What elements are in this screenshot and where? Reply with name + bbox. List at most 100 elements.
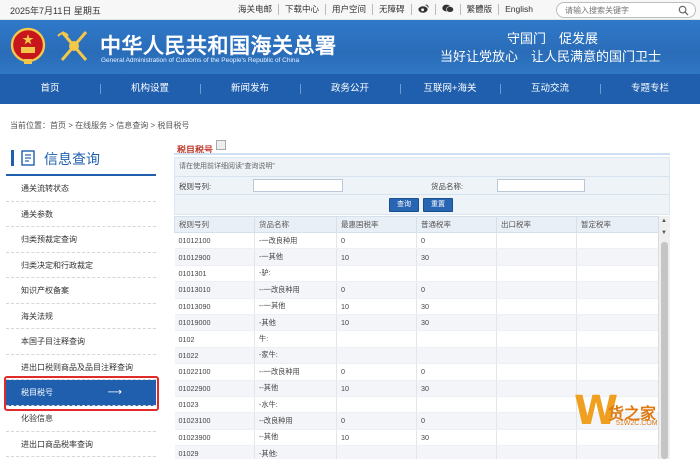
table-cell: 01013090 <box>174 298 255 315</box>
table-row[interactable]: 01013090 --一其他 10 30 <box>174 298 659 315</box>
table-cell <box>416 445 497 459</box>
table-cell <box>576 248 659 266</box>
search-input[interactable] <box>557 3 669 17</box>
sidebar-title: 信息查询 <box>44 151 100 167</box>
table-row[interactable]: 0101301 -驴: <box>174 265 659 283</box>
table-cell <box>576 363 659 381</box>
sidebar-item-customs-regulations[interactable]: 海关法规 <box>6 304 156 329</box>
top-utility-bar: 2025年7月11日 星期五 海关电邮 下载中心 用户空间 无障碍 繁體版 En… <box>0 0 700 20</box>
sidebar-item-ip-filing[interactable]: 知识产权备案 <box>6 278 156 304</box>
col-header-goods-name[interactable]: 货品名称 <box>254 216 337 233</box>
table-row[interactable]: 0102 牛: <box>174 330 659 348</box>
main-nav: 首页 机构设置 新闻发布 政务公开 互联网+海关 互动交流 专题专栏 <box>0 74 700 104</box>
reset-button[interactable]: 重置 <box>423 198 453 212</box>
table-cell: 0 <box>416 363 497 381</box>
site-search <box>556 2 696 18</box>
wechat-icon[interactable] <box>436 4 461 15</box>
scroll-up-icon[interactable]: ▲ <box>661 218 667 224</box>
table-cell: --其他 <box>254 380 337 397</box>
col-header-mfn-rate[interactable]: 最惠国税率 <box>336 216 417 233</box>
sidebar-header-bar <box>11 150 14 166</box>
table-cell <box>416 347 497 365</box>
table-cell: 01023 <box>174 396 255 414</box>
table-cell <box>336 265 417 283</box>
col-header-export-rate[interactable]: 出口税率 <box>496 216 577 233</box>
current-date: 2025年7月11日 星期五 <box>10 6 101 16</box>
goods-name-input[interactable] <box>497 179 585 192</box>
table-row[interactable]: 01019000 -其他 10 30 <box>174 314 659 332</box>
help-icon[interactable] <box>216 140 226 150</box>
accessibility-link[interactable]: 无障碍 <box>373 4 412 15</box>
slogan-line-2: 当好让党放心 让人民满意的国门卫士 <box>440 49 662 64</box>
nav-government-affairs[interactable]: 政务公开 <box>300 74 400 104</box>
document-icon <box>21 150 35 166</box>
query-button[interactable]: 查询 <box>389 198 419 212</box>
title-divider <box>174 153 670 155</box>
weibo-icon[interactable] <box>412 4 436 15</box>
table-cell: 0 <box>416 281 497 299</box>
nav-organization[interactable]: 机构设置 <box>100 74 200 104</box>
table-cell: 30 <box>416 380 497 397</box>
table-cell <box>576 330 659 348</box>
table-cell: -家牛: <box>254 347 337 365</box>
table-row[interactable]: 01022 -家牛: <box>174 347 659 365</box>
traditional-chinese-link[interactable]: 繁體版 <box>461 4 500 15</box>
table-cell: 30 <box>416 429 497 447</box>
sidebar-item-classification-decision[interactable]: 归类决定和行政裁定 <box>6 253 156 278</box>
sidebar-header: 信息查询 <box>6 138 156 176</box>
table-cell: 0 <box>336 232 417 250</box>
table-cell: 10 <box>336 429 417 447</box>
table-cell: 0 <box>416 232 497 250</box>
download-center-link[interactable]: 下载中心 <box>279 4 327 15</box>
user-space-link[interactable]: 用户空间 <box>326 4 374 15</box>
table-cell: --其他 <box>254 429 337 447</box>
nav-interaction[interactable]: 互动交流 <box>500 74 600 104</box>
table-row[interactable]: 01012100 -一改良种用 0 0 <box>174 232 659 250</box>
nav-news[interactable]: 新闻发布 <box>200 74 300 104</box>
watermark-logo: W 货之家 51W2C.COM <box>568 388 698 458</box>
site-title-english: General Administration of Customs of the… <box>101 57 300 64</box>
col-header-provisional-rate[interactable]: 暂定税率 <box>576 216 659 233</box>
query-form: 请在使用前详细阅读“查询说明” 税则号列: 货品名称: 查询 重置 <box>174 157 670 215</box>
watermark-url: 51W2C.COM <box>616 420 658 427</box>
table-row[interactable]: 01012900 -一其他 10 30 <box>174 248 659 266</box>
table-cell: 01019000 <box>174 314 255 332</box>
table-cell: 10 <box>336 248 417 266</box>
table-cell: 01022 <box>174 347 255 365</box>
table-cell: -一其他 <box>254 248 337 266</box>
sidebar-item-classification-pre-ruling[interactable]: 归类预裁定查询 <box>6 227 156 253</box>
english-link[interactable]: English <box>499 4 539 15</box>
table-cell <box>496 298 577 315</box>
table-cell <box>496 265 577 283</box>
table-header-row: 税则号列 货品名称 最惠国税率 普通税率 出口税率 暂定税率 <box>174 216 659 233</box>
table-cell <box>496 330 577 348</box>
table-cell <box>496 314 577 332</box>
customs-email-link[interactable]: 海关电邮 <box>232 4 280 15</box>
sidebar-item-clearance-status[interactable]: 通关流转状态 <box>6 176 156 202</box>
table-cell <box>416 265 497 283</box>
table-row[interactable]: 01022100 --一改良种用 0 0 <box>174 363 659 381</box>
table-cell <box>576 232 659 250</box>
table-cell: --改良种用 <box>254 412 337 430</box>
col-header-general-rate[interactable]: 普通税率 <box>416 216 497 233</box>
nav-special-topics[interactable]: 专题专栏 <box>600 74 700 104</box>
search-icon[interactable] <box>678 5 689 16</box>
col-header-tax-number[interactable]: 税则号列 <box>174 216 255 233</box>
table-cell: 30 <box>416 248 497 266</box>
table-cell: 01022900 <box>174 380 255 397</box>
tax-number-input[interactable] <box>253 179 343 192</box>
table-cell: --一改良种用 <box>254 363 337 381</box>
table-cell: -一改良种用 <box>254 232 337 250</box>
table-cell: 0 <box>416 412 497 430</box>
sidebar-item-national-subheading-notes[interactable]: 本国子目注释查询 <box>6 329 156 355</box>
scroll-down-icon[interactable]: ▼ <box>661 230 667 236</box>
table-cell <box>336 330 417 348</box>
table-row[interactable]: 01013010 --一改良种用 0 0 <box>174 281 659 299</box>
table-cell <box>336 396 417 414</box>
table-cell <box>336 445 417 459</box>
sidebar-item-tax-rate-query[interactable]: 进出口商品税率查询 <box>6 432 156 457</box>
sidebar-item-clearance-params[interactable]: 通关参数 <box>6 202 156 227</box>
nav-internet-customs[interactable]: 互联网+海关 <box>400 74 500 104</box>
nav-home[interactable]: 首页 <box>0 74 100 104</box>
table-cell <box>496 232 577 250</box>
